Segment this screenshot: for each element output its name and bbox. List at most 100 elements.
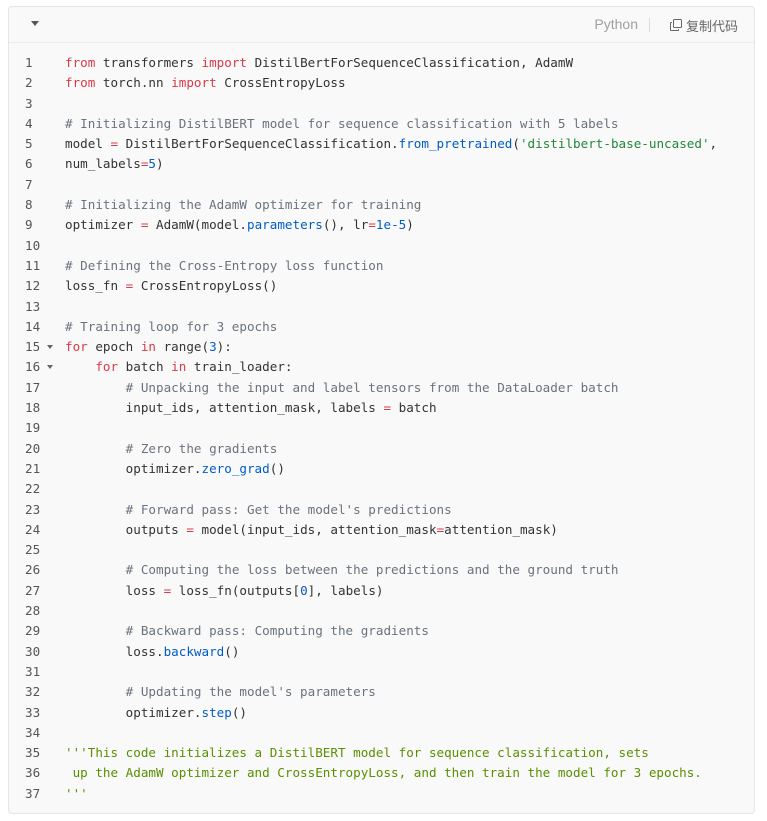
code-token: attention_mask): [444, 521, 558, 537]
line-number: 20: [25, 440, 41, 456]
code-line: 35 '''This code initializes a DistilBERT …: [9, 743, 754, 763]
fold-toggle-icon[interactable]: [47, 345, 53, 350]
line-number: 11: [25, 257, 41, 273]
code-token: (): [269, 460, 285, 476]
line-number: 14: [25, 318, 41, 334]
code-text: optimizer = AdamW(model.parameters(), lr…: [65, 215, 414, 235]
code-line: 33 optimizer.step(): [9, 703, 754, 723]
code-token: =: [368, 217, 376, 233]
line-number: 31: [25, 663, 41, 679]
code-token: =: [110, 136, 119, 152]
code-token: # Forward pass: Get the model's predicti…: [125, 501, 452, 517]
code-token: ,: [709, 136, 718, 152]
code-line: 6 num_labels=5): [9, 154, 754, 174]
code-text: loss = loss_fn(outputs[0], labels): [65, 581, 384, 601]
code-line: 11 # Defining the Cross-Entropy loss func…: [9, 256, 754, 276]
code-token: CrossEntropyLoss(): [133, 278, 278, 294]
code-line: 24 outputs = model(input_ids, attention_…: [9, 520, 754, 540]
code-token: # Training loop for 3 epochs: [65, 318, 278, 334]
code-line: 5 model = DistilBertForSequenceClassifica…: [9, 134, 754, 154]
code-line: 8 # Initializing the AdamW optimizer for …: [9, 195, 754, 215]
line-number: 34: [25, 724, 41, 740]
code-token: # Unpacking the input and label tensors …: [125, 379, 619, 395]
code-token: # Initializing the AdamW optimizer for t…: [65, 197, 422, 213]
code-text: # Initializing the AdamW optimizer for t…: [65, 195, 421, 215]
code-line: 9 optimizer = AdamW(model.parameters(), l…: [9, 215, 754, 235]
collapse-chevron-icon[interactable]: [31, 21, 39, 26]
line-number: 36: [25, 765, 41, 781]
code-token: optimizer: [65, 217, 141, 233]
code-token: (): [231, 704, 247, 720]
code-line: 13: [9, 297, 754, 317]
code-text: optimizer.step(): [65, 703, 247, 723]
copy-code-label: 复制代码: [685, 19, 738, 35]
code-toolbar: Python 复制代码: [9, 7, 754, 43]
code-token: 1e-5: [375, 217, 407, 233]
code-token: ):: [216, 339, 232, 355]
line-number: 32: [25, 684, 41, 700]
code-line: 20 # Zero the gradients: [9, 439, 754, 459]
line-number: 37: [25, 785, 41, 801]
code-token: outputs: [65, 521, 187, 537]
code-token: optimizer.: [65, 460, 202, 476]
code-token: (: [512, 136, 520, 152]
code-token: # Defining the Cross-Entropy loss functi…: [65, 257, 384, 273]
code-text: model = DistilBertForSequenceClassificat…: [65, 134, 717, 154]
code-area[interactable]: 1 from transformers import DistilBertForS…: [9, 53, 754, 804]
code-token: loss_fn: [65, 278, 126, 294]
code-token: from_pretrained: [398, 136, 513, 152]
code-token: model(input_ids, attention_mask: [193, 521, 437, 537]
fold-toggle-icon[interactable]: [47, 365, 53, 370]
code-token: batch: [118, 359, 172, 375]
code-text: up the AdamW optimizer and CrossEntropyL…: [65, 763, 702, 783]
code-line: 32 # Updating the model's parameters: [9, 682, 754, 702]
line-number: 21: [25, 460, 41, 476]
code-token: 5: [148, 156, 157, 172]
code-line: 27 loss = loss_fn(outputs[0], labels): [9, 581, 754, 601]
copy-code-button[interactable]: 复制代码: [669, 15, 738, 35]
code-token: for: [95, 359, 119, 375]
code-text: for batch in train_loader:: [65, 357, 292, 377]
code-text: outputs = model(input_ids, attention_mas…: [65, 520, 558, 540]
code-token: in: [171, 359, 187, 375]
code-line: 14 # Training loop for 3 epochs: [9, 317, 754, 337]
code-text: # Defining the Cross-Entropy loss functi…: [65, 256, 383, 276]
code-text: loss.backward(): [65, 642, 240, 662]
code-line: 2 from torch.nn import CrossEntropyLoss: [9, 73, 754, 93]
line-number: 10: [25, 237, 41, 253]
code-line: 22: [9, 479, 754, 499]
line-number: 5: [25, 136, 33, 152]
code-text: '''This code initializes a DistilBERT mo…: [65, 743, 649, 763]
line-number: 8: [25, 197, 33, 213]
code-token: ): [406, 217, 414, 233]
code-line: 30 loss.backward(): [9, 642, 754, 662]
code-token: up the AdamW optimizer and CrossEntropyL…: [65, 765, 702, 781]
code-line: 7: [9, 175, 754, 195]
code-token: transformers: [95, 55, 202, 70]
code-line: 31: [9, 662, 754, 682]
code-token: (), lr: [322, 217, 369, 233]
code-text: ''': [65, 784, 88, 804]
code-token: num_labels: [65, 156, 141, 172]
line-number: 15: [25, 339, 41, 355]
code-token: step: [201, 704, 232, 720]
code-line: 28: [9, 601, 754, 621]
code-token: input_ids, attention_mask, labels: [65, 400, 384, 416]
code-token: DistilBertForSequenceClassification, Ada…: [247, 55, 574, 70]
code-line: 34: [9, 723, 754, 743]
code-token: AdamW(model.: [148, 217, 247, 233]
code-token: batch: [391, 400, 437, 416]
code-token: (): [224, 643, 240, 659]
code-line: 15 for epoch in range(3):: [9, 337, 754, 357]
line-number: 4: [25, 115, 33, 131]
code-block: Python 复制代码 1 from transformers import Di…: [8, 6, 755, 814]
code-text: from torch.nn import CrossEntropyLoss: [65, 73, 346, 93]
code-token: in: [140, 339, 156, 355]
code-token: model: [65, 136, 111, 152]
code-token: =: [383, 400, 392, 416]
code-text: num_labels=5): [65, 154, 164, 174]
line-number: 29: [25, 623, 41, 639]
code-line: 18 input_ids, attention_mask, labels = b…: [9, 398, 754, 418]
